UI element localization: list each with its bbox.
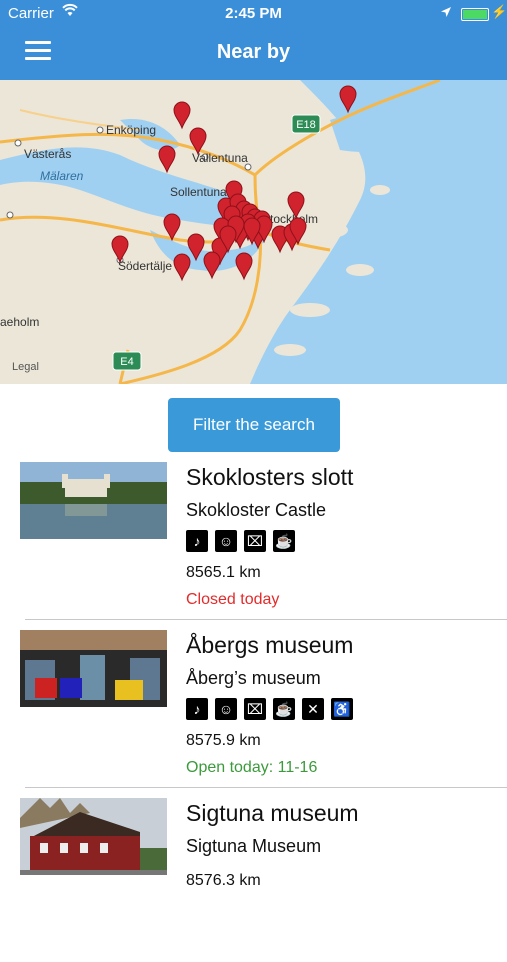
museum-thumbnail [20,798,167,875]
status-bar: Carrier 2:45 PM ⚡ [0,0,507,28]
road-shield-e4: E4 [112,351,142,371]
battery-icon [461,8,489,21]
svg-text:E18: E18 [296,119,316,131]
location-arrow-icon [440,5,452,22]
map-label: Enköping [106,123,156,137]
list-item[interactable]: Åbergs museum Åberg’s museum ♪ ☺ ⌧ ☕ ✕ ♿ 8575… [0,626,507,794]
map-label: Vallentuna [192,151,248,165]
navigation-bar: Near by [0,28,507,80]
list-item[interactable]: Sigtuna museum Sigtuna Museum 8576.3 km [0,794,507,962]
distance-label: 8576.3 km [186,872,261,889]
map-label: Västerås [24,147,71,161]
svg-text:E4: E4 [120,356,133,368]
museum-name: Åbergs museum [186,632,354,658]
restaurant-icon: ✕ [302,698,324,720]
clock: 2:45 PM [225,5,282,22]
opening-status: Open today: 11-16 [186,759,318,776]
legal-link[interactable]: Legal [12,361,39,373]
divider [25,619,507,620]
map-label: Södertälje [118,259,172,273]
museum-thumbnail [20,630,167,707]
filter-search-button[interactable]: Filter the search [168,398,340,452]
museum-subname: Åberg’s museum [186,668,321,688]
museum-list: Skoklosters slott Skokloster Castle ♪ ☺ ⌧ ☕… [0,458,507,962]
museum-subname: Skokloster Castle [186,500,327,520]
opening-status: Closed today [186,591,280,608]
road-shield-e18: E18 [291,114,321,134]
cafe-icon: ☕ [273,698,295,720]
museum-subname: Sigtuna Museum [186,836,322,856]
museum-name: Skoklosters slott [186,464,354,490]
map-label: Sollentuna [170,185,227,199]
charging-icon: ⚡ [491,4,507,19]
distance-label: 8575.9 km [186,732,261,749]
divider [25,787,507,788]
map-label: aeholm [0,315,39,329]
map-label: Mälaren [40,169,84,183]
headphones-icon: ♪ [186,530,208,552]
guide-icon: ☺ [215,698,237,720]
page-title: Near by [216,41,291,63]
museum-name: Sigtuna museum [186,800,359,826]
map-view[interactable]: Enköping Västerås Mälaren Vallentuna Sol… [0,80,507,384]
cafe-icon: ☕ [273,530,295,552]
gift-icon: ⌧ [244,530,266,552]
distance-label: 8565.1 km [186,564,261,581]
list-item[interactable]: Skoklosters slott Skokloster Castle ♪ ☺ ⌧ ☕… [0,458,507,626]
wheelchair-icon: ♿ [331,698,353,720]
headphones-icon: ♪ [186,698,208,720]
guide-icon: ☺ [215,530,237,552]
museum-thumbnail [20,462,167,539]
gift-icon: ⌧ [244,698,266,720]
